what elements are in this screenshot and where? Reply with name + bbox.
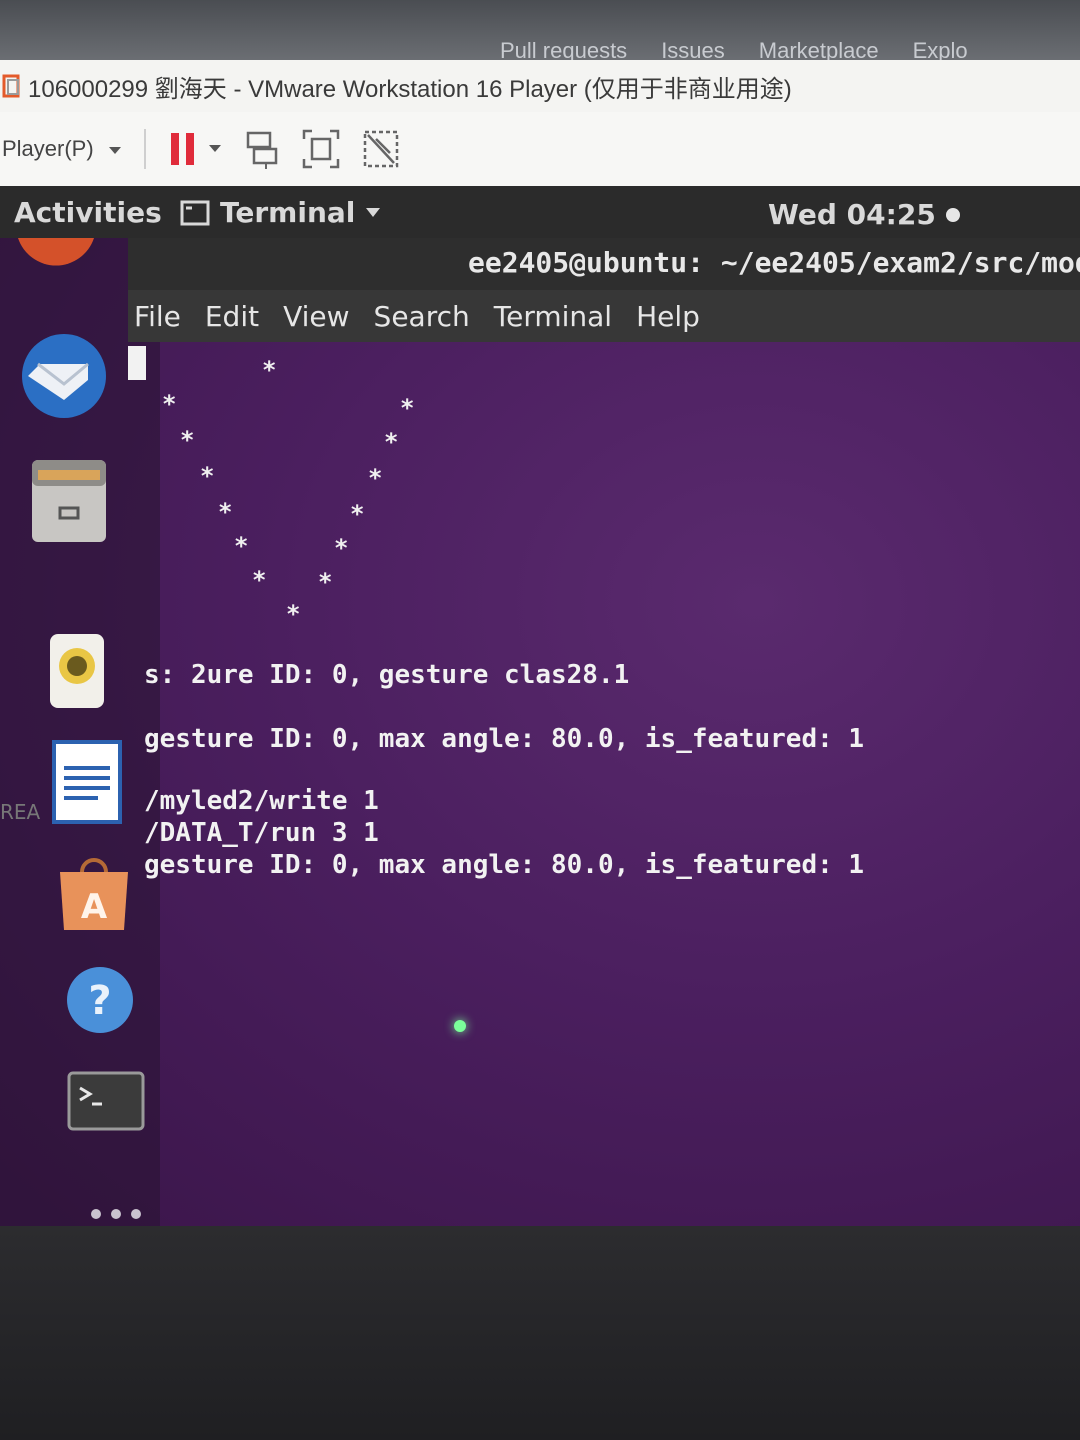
terminal-line: /myled2/write 1 <box>144 786 379 816</box>
ascii-star: * <box>252 566 267 594</box>
terminal-line: /DATA_T/run 3 1 <box>144 818 379 848</box>
ascii-star: * <box>400 394 415 422</box>
menu-edit[interactable]: Edit <box>205 300 259 333</box>
toolbar-divider <box>143 129 146 169</box>
ascii-star: * <box>318 568 333 596</box>
menu-help[interactable]: Help <box>636 300 700 333</box>
ascii-star: * <box>162 390 177 418</box>
app-menu-terminal[interactable]: Terminal <box>180 196 381 229</box>
ascii-star: * <box>368 464 383 492</box>
dock-rhythmbox[interactable] <box>46 630 108 712</box>
dock-firefox[interactable] <box>14 238 98 298</box>
activities-button[interactable]: Activities <box>14 196 162 229</box>
terminal-menubar: File Edit View Search Terminal Help <box>128 290 1080 342</box>
app-menu-label: Terminal <box>220 196 356 229</box>
ascii-star: * <box>334 534 349 562</box>
photo-frame: Pull requests Issues Marketplace Explo 1… <box>0 0 1080 1440</box>
text-cursor <box>128 346 146 380</box>
vmware-logo-icon <box>2 71 22 101</box>
player-menu-label: Player(P) <box>2 136 94 161</box>
terminal-window-icon <box>180 200 210 225</box>
vmware-titlebar: 106000299 劉海天 - VMware Workstation 16 Pl… <box>0 60 1080 113</box>
dock-software-center[interactable]: A <box>54 856 134 934</box>
unity-mode-button[interactable] <box>362 129 400 169</box>
help-icon: ? <box>67 967 133 1033</box>
writer-document-icon <box>52 740 122 824</box>
software-center-icon: A <box>60 858 128 930</box>
gnome-top-bar: Activities Terminal Wed 04:25 <box>0 186 1080 238</box>
chevron-down-icon <box>108 136 122 162</box>
rhythmbox-icon <box>50 634 104 708</box>
dock-help[interactable]: ? <box>64 964 136 1036</box>
chevron-down-icon <box>208 145 221 152</box>
fit-screen-icon <box>302 129 339 169</box>
clock-label: Wed 04:25 <box>768 198 936 231</box>
ascii-star: * <box>350 500 365 528</box>
notification-dot-icon <box>945 207 960 222</box>
network-computers-icon <box>246 131 277 169</box>
terminal-line: gesture ID: 0, max angle: 80.0, is_featu… <box>144 724 865 754</box>
player-menu-button[interactable]: Player(P) <box>2 136 122 162</box>
ubuntu-desktop: Activities Terminal Wed 04:25 A ? ee2405… <box>0 186 1080 1226</box>
ascii-star: * <box>180 426 195 454</box>
menu-view[interactable]: View <box>283 300 349 333</box>
clock-button[interactable]: Wed 04:25 <box>768 198 960 231</box>
menu-terminal[interactable]: Terminal <box>494 300 612 333</box>
terminal-titlebar: ee2405@ubuntu: ~/ee2405/exam2/src/mode <box>128 238 1080 290</box>
ascii-star: * <box>384 428 399 456</box>
terminal-title: ee2405@ubuntu: ~/ee2405/exam2/src/mode <box>468 246 1080 279</box>
svg-text:A: A <box>81 887 108 927</box>
screen-glare-dot <box>454 1020 466 1032</box>
chevron-down-icon <box>366 207 381 217</box>
pause-options-button[interactable] <box>208 144 222 154</box>
terminal-output[interactable]: * * * * * * * * * * * * * * s: 2ure ID: … <box>128 342 1080 1226</box>
pause-button[interactable] <box>168 131 198 167</box>
menu-file[interactable]: File <box>134 300 181 333</box>
firefox-icon <box>18 238 94 266</box>
fit-guest-button[interactable] <box>302 129 340 169</box>
ascii-star: * <box>234 532 249 560</box>
pause-icon <box>170 133 194 165</box>
ascii-star: * <box>262 356 277 384</box>
dock-thunderbird[interactable] <box>18 330 110 422</box>
browser-strip: Pull requests Issues Marketplace Explo <box>0 0 1080 63</box>
dock-files[interactable] <box>28 456 110 546</box>
laptop-bezel <box>0 1226 1080 1440</box>
ascii-star: * <box>286 600 301 628</box>
send-ctrl-alt-del-button[interactable] <box>244 129 280 169</box>
vmware-toolbar: Player(P) <box>0 112 1080 186</box>
unity-icon <box>363 130 398 168</box>
terminal-line: s: 2ure ID: 0, gesture clas28.1 <box>144 660 630 690</box>
ascii-star: * <box>218 498 233 526</box>
svg-text:?: ? <box>88 978 111 1024</box>
thunderbird-icon <box>22 334 106 418</box>
menu-search[interactable]: Search <box>374 300 470 333</box>
files-icon <box>32 460 106 542</box>
vmware-window-title: 106000299 劉海天 - VMware Workstation 16 Pl… <box>28 75 792 103</box>
dock-libreoffice-writer[interactable] <box>50 738 124 826</box>
background-edge-text: REA <box>0 800 41 824</box>
terminal-line: gesture ID: 0, max angle: 80.0, is_featu… <box>144 850 865 880</box>
ascii-star: * <box>200 462 215 490</box>
